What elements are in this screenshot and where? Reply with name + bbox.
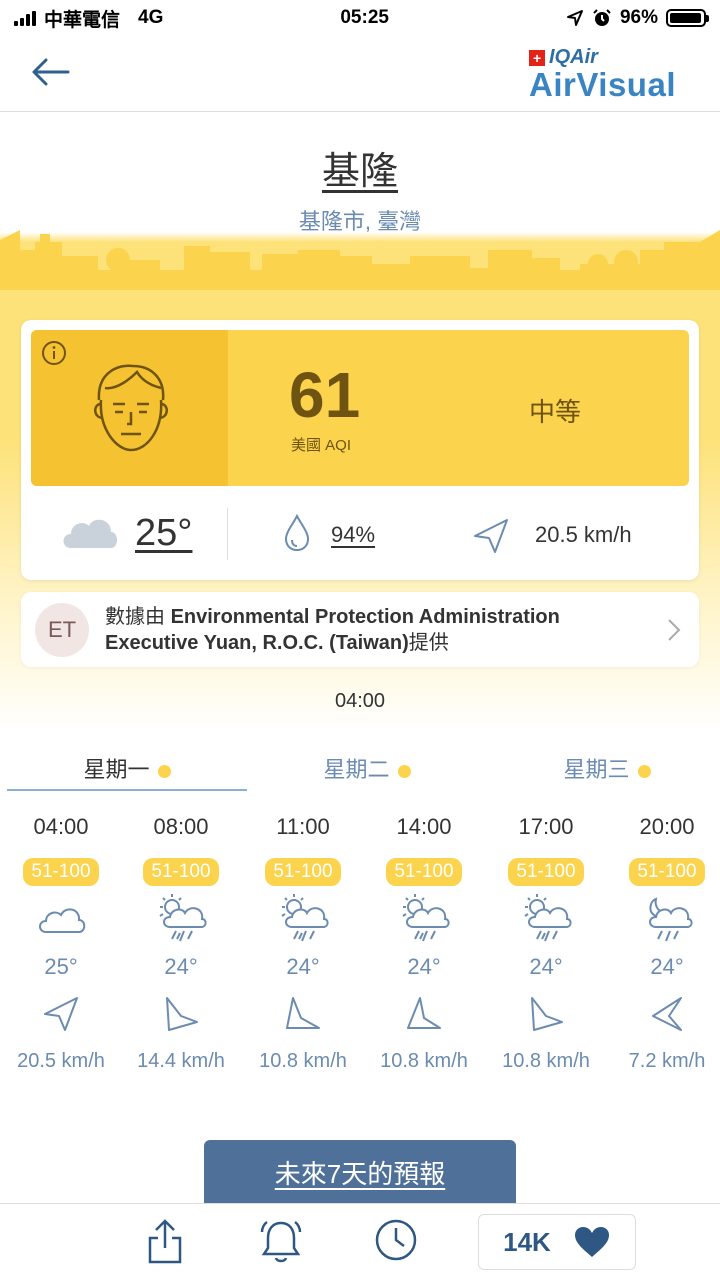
- battery-percent: 96%: [619, 7, 658, 28]
- arrow-left-icon: [32, 58, 70, 86]
- forecast-time: 17:00: [518, 814, 574, 839]
- like-button[interactable]: 14K: [478, 1214, 636, 1270]
- forecast-wind: 7.2 km/h: [628, 1050, 706, 1072]
- wind-direction-icon: [120, 982, 242, 1046]
- wind-direction-icon: [0, 982, 122, 1046]
- aqi-range-badge: 51-100: [265, 858, 341, 886]
- wind-direction-icon: [242, 982, 364, 1046]
- aqi-dot: [157, 764, 171, 778]
- aqi-face-box: [31, 330, 228, 486]
- aqi-range-badge: 51-100: [23, 858, 99, 886]
- forecast-column: 17:00 51-100 24° 10.8 km/h: [485, 812, 607, 1076]
- forecast-time: 20:00: [639, 814, 695, 839]
- skyline-illustration: [0, 230, 720, 290]
- wind-direction-icon: [606, 982, 720, 1046]
- cloud-icon: [63, 519, 117, 548]
- tab-day-1[interactable]: 星期一: [7, 752, 247, 792]
- day-tabs: 星期一 星期二 星期三: [0, 752, 720, 792]
- sun-rain-icon: [363, 886, 485, 952]
- forecast-time: 14:00: [396, 814, 452, 839]
- moon-rain-icon: [606, 886, 720, 952]
- location-arrow-icon: [566, 10, 583, 26]
- network-label: 4G: [138, 7, 164, 28]
- sun-rain-icon: [485, 886, 607, 952]
- back-button[interactable]: [30, 52, 78, 92]
- aqi-range-badge: 51-100: [629, 858, 705, 886]
- forecast-temp: 24°: [529, 954, 563, 979]
- wind-direction-icon: [363, 982, 485, 1046]
- heart-icon: [574, 1227, 609, 1257]
- face-icon: [94, 364, 168, 452]
- forecast-temp: 25°: [44, 954, 78, 979]
- battery-icon: [665, 9, 709, 27]
- chevron-right-icon: [668, 619, 681, 641]
- forecast-wind: 10.8 km/h: [380, 1050, 468, 1072]
- forecast-time: 04:00: [33, 814, 89, 839]
- nav-bar: + IQAir AirVisual: [0, 36, 720, 112]
- forecast-temp: 24°: [286, 954, 320, 979]
- forecast-column: 08:00 51-100 24° 14.4 km/h: [120, 812, 242, 1076]
- aqi-range-badge: 51-100: [386, 858, 462, 886]
- data-source-card[interactable]: ET 數據由 Environmental Protection Administ…: [21, 592, 699, 667]
- clock-icon[interactable]: [374, 1218, 418, 1262]
- hero-section: 基隆 基隆市, 臺灣 61 美國 AQI 中等 25° 94% 20.5 km/…: [0, 112, 720, 732]
- wind-speed: 20.5 km/h: [535, 522, 632, 547]
- bell-icon[interactable]: [258, 1218, 304, 1264]
- share-icon[interactable]: [146, 1218, 184, 1264]
- aqi-card[interactable]: 61 美國 AQI 中等 25° 94% 20.5 km/h: [21, 320, 699, 580]
- humidity-drop-icon: [284, 514, 310, 552]
- source-avatar: ET: [35, 603, 89, 657]
- city-title: 基隆: [321, 151, 398, 193]
- alarm-icon: [593, 9, 611, 26]
- forecast-temp: 24°: [407, 954, 441, 979]
- temperature[interactable]: 25°: [135, 512, 192, 555]
- tab-day-2[interactable]: 星期二: [247, 752, 487, 792]
- seven-day-forecast-button[interactable]: 未來7天的預報: [204, 1140, 516, 1208]
- carrier-label: 中華電信: [44, 9, 121, 31]
- wind-direction-icon: [485, 982, 607, 1046]
- forecast-column: 11:00 51-100 24° 10.8 km/h: [242, 812, 364, 1076]
- update-time: 04:00: [334, 690, 386, 712]
- active-tab-underline: [7, 789, 247, 791]
- like-count: 14K: [503, 1226, 551, 1257]
- aqi-range-badge: 51-100: [143, 858, 219, 886]
- sun-rain-icon: [120, 886, 242, 952]
- forecast-column: 04:00 51-100 25° 20.5 km/h: [0, 812, 122, 1076]
- forecast-column: 20:00 51-100 24° 7.2 km/h: [606, 812, 720, 1076]
- aqi-unit: 美國 AQI: [291, 437, 352, 454]
- aqi-dot: [397, 764, 411, 778]
- info-icon[interactable]: [41, 340, 67, 366]
- cloud-icon: [0, 886, 122, 952]
- bottom-bar: 14K: [0, 1203, 720, 1280]
- sun-rain-icon: [242, 886, 364, 952]
- tab-day-3[interactable]: 星期三: [487, 752, 720, 792]
- forecast-time: 08:00: [153, 814, 209, 839]
- aqi-level: 中等: [529, 397, 582, 427]
- forecast-column: 14:00 51-100 24° 10.8 km/h: [363, 812, 485, 1076]
- aqi-range-badge: 51-100: [508, 858, 584, 886]
- wind-direction-icon: [474, 519, 508, 553]
- brand-main-label: AirVisual: [529, 66, 676, 103]
- forecast-wind: 20.5 km/h: [17, 1050, 105, 1072]
- divider: [227, 508, 228, 560]
- aqi-value: 61: [289, 359, 361, 431]
- forecast-temp: 24°: [164, 954, 198, 979]
- brand-logo: + IQAir AirVisual: [529, 46, 676, 101]
- aqi-panel: 61 美國 AQI 中等: [31, 330, 689, 486]
- source-text: 數據由 Environmental Protection Administrat…: [105, 606, 560, 654]
- weather-row: 25° 94% 20.5 km/h: [21, 496, 699, 580]
- swiss-cross-icon: +: [529, 49, 546, 66]
- clock: 05:25: [340, 7, 389, 28]
- forecast-time: 11:00: [276, 814, 330, 839]
- forecast-wind: 10.8 km/h: [502, 1050, 590, 1072]
- forecast-wind: 10.8 km/h: [259, 1050, 347, 1072]
- status-bar: 中華電信 4G 05:25 96%: [0, 0, 720, 36]
- signal-icon: [14, 10, 36, 26]
- forecast-temp: 24°: [650, 954, 684, 979]
- aqi-dot: [637, 764, 651, 778]
- humidity[interactable]: 94%: [331, 522, 375, 548]
- forecast-wind: 14.4 km/h: [137, 1050, 225, 1072]
